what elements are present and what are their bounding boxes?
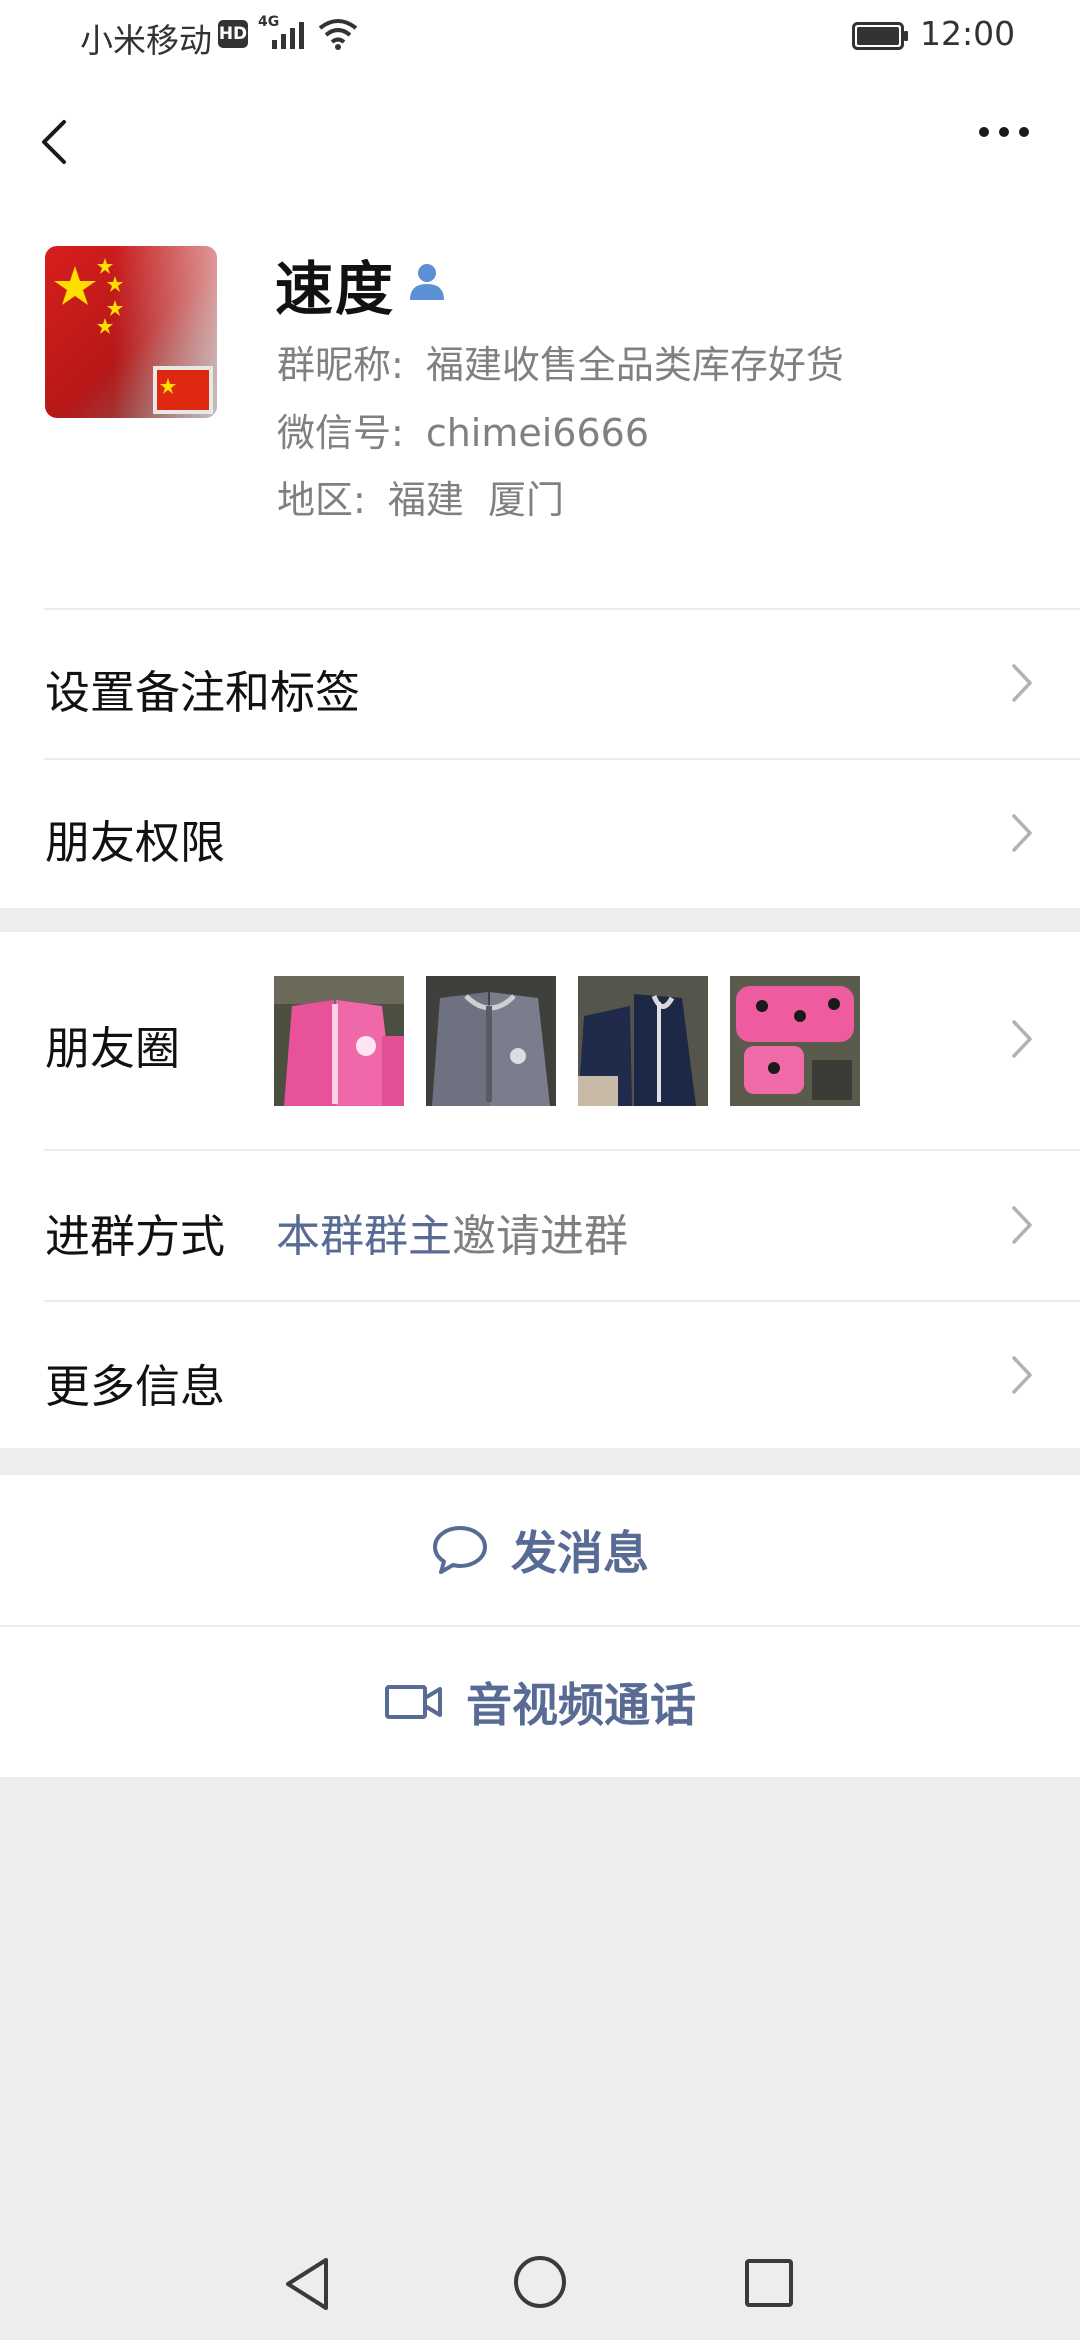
avatar[interactable] bbox=[45, 246, 217, 418]
chevron-right-icon bbox=[1012, 1206, 1032, 1244]
clock: 12:00 bbox=[920, 14, 1016, 53]
join-method-value: 本群群主邀请进群 bbox=[276, 1200, 628, 1264]
wechat-id-value: chimei6666 bbox=[425, 411, 650, 455]
remark-tags-label: 设置备注和标签 bbox=[45, 666, 361, 719]
join-method-label: 进群方式 bbox=[45, 1210, 226, 1263]
status-bar: 小米移动 HD 4G 12:00 bbox=[0, 0, 1080, 74]
nav-bar bbox=[0, 74, 1080, 204]
video-camera-icon bbox=[385, 1685, 442, 1719]
region-value: 福建 厦门 bbox=[387, 478, 564, 522]
signal-icon bbox=[272, 22, 304, 49]
contact-name: 速度 bbox=[275, 255, 396, 323]
more-dots-icon[interactable] bbox=[976, 124, 1032, 140]
system-home-icon[interactable] bbox=[512, 2254, 568, 2310]
moments-thumbnail bbox=[730, 976, 860, 1106]
join-method-text: 邀请进群 bbox=[452, 1211, 628, 1262]
hd-badge: HD bbox=[218, 20, 248, 48]
chevron-right-icon bbox=[1012, 1356, 1032, 1394]
group-owner-link[interactable]: 本群群主 bbox=[276, 1211, 452, 1262]
profile-details-section: 朋友圈 进群方式 本群群主邀请进群 更多信息 bbox=[0, 932, 1080, 1448]
chevron-right-icon bbox=[1012, 814, 1032, 852]
system-back-icon[interactable] bbox=[282, 2256, 332, 2312]
moments-label: 朋友圈 bbox=[45, 1022, 181, 1075]
chat-bubble-icon bbox=[433, 1526, 487, 1574]
person-badge-icon bbox=[410, 264, 444, 300]
region-line: 地区: 福建 厦门 bbox=[277, 469, 564, 524]
moments-thumbnail bbox=[578, 976, 708, 1106]
avatar-flag-image bbox=[45, 246, 217, 418]
carrier-name: 小米移动 bbox=[80, 21, 212, 60]
group-nickname-value: 福建收售全品类库存好货 bbox=[425, 343, 844, 387]
video-call-button[interactable]: 音视频通话 bbox=[0, 1627, 1080, 1777]
system-recents-icon[interactable] bbox=[744, 2258, 794, 2308]
wifi-icon bbox=[318, 19, 358, 50]
region-label: 地区: bbox=[277, 478, 366, 522]
settings-section: 设置备注和标签 朋友权限 bbox=[0, 608, 1080, 908]
chevron-right-icon bbox=[1012, 1020, 1032, 1058]
wechat-id-label: 微信号: bbox=[277, 411, 404, 455]
friend-permissions-cell[interactable]: 朋友权限 bbox=[0, 758, 1080, 908]
group-nickname-line: 群昵称: 福建收售全品类库存好货 bbox=[277, 334, 844, 389]
group-nickname-label: 群昵称: bbox=[277, 343, 404, 387]
back-chevron-icon[interactable] bbox=[34, 110, 74, 174]
chevron-right-icon bbox=[1012, 664, 1032, 702]
send-message-label: 发消息 bbox=[511, 1526, 649, 1580]
battery-icon bbox=[852, 22, 908, 50]
friend-permissions-label: 朋友权限 bbox=[45, 816, 226, 869]
remark-tags-cell[interactable]: 设置备注和标签 bbox=[0, 608, 1080, 758]
join-method-cell[interactable]: 进群方式 本群群主邀请进群 bbox=[0, 1150, 1080, 1300]
send-message-button[interactable]: 发消息 bbox=[0, 1475, 1080, 1625]
more-info-cell[interactable]: 更多信息 bbox=[0, 1300, 1080, 1450]
more-info-label: 更多信息 bbox=[45, 1360, 226, 1413]
actions-section: 发消息 音视频通话 bbox=[0, 1475, 1080, 1777]
moments-thumbnail bbox=[426, 976, 556, 1106]
profile-header: 速度 群昵称: 福建收售全品类库存好货 微信号: chimei6666 地区: 福建 … bbox=[0, 204, 1080, 608]
system-nav-bar bbox=[0, 2220, 1080, 2340]
moments-thumbnail bbox=[274, 976, 404, 1106]
video-call-label: 音视频通话 bbox=[466, 1678, 696, 1732]
moments-cell[interactable]: 朋友圈 bbox=[0, 932, 1080, 1147]
wechat-id-line: 微信号: chimei6666 bbox=[277, 402, 649, 457]
